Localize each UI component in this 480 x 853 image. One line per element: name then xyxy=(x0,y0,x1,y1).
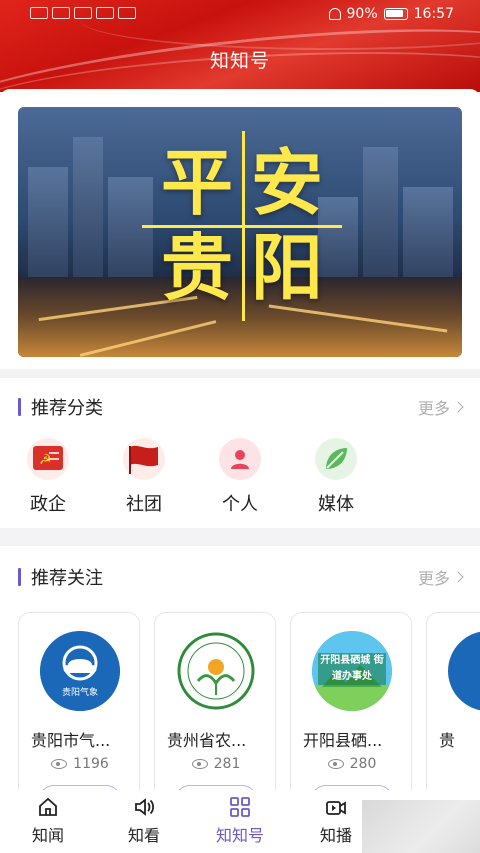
account-name: 贵州省农... xyxy=(167,731,247,750)
page-title: 知知号 xyxy=(209,50,270,72)
sim-icon xyxy=(30,7,48,19)
follow-section: 推荐关注 更多 贵阳气象 贵阳市气... 1196 贵州省农... 281 开阳… xyxy=(0,546,480,790)
nav-label: 知播 xyxy=(319,826,352,845)
follow-card-list: 贵阳气象 贵阳市气... 1196 贵州省农... 281 开阳县硒城 街道办事… xyxy=(18,612,480,790)
category-label: 媒体 xyxy=(318,494,354,515)
more-link[interactable]: 更多 xyxy=(417,395,464,419)
category-item[interactable]: ☭ 政企 xyxy=(0,438,96,516)
more-label: 更多 xyxy=(417,399,450,418)
category-item[interactable]: 社团 xyxy=(96,438,192,516)
categories-section: 推荐分类 更多 ☭ 政企 社团 个人 媒体 xyxy=(0,378,480,528)
view-count: 1196 xyxy=(19,756,139,772)
follow-card[interactable]: 贵 xyxy=(426,612,480,790)
follow-card[interactable]: 贵阳气象 贵阳市气... 1196 xyxy=(18,612,140,790)
nfc-icon xyxy=(118,7,136,19)
home-icon xyxy=(37,796,59,818)
party-flag-icon: ☭ xyxy=(27,438,69,480)
nav-label: 知看 xyxy=(127,826,160,845)
logo-text: 贵阳气象 xyxy=(61,688,98,698)
view-count-value: 281 xyxy=(213,756,241,772)
nav-item-zhizhihao[interactable]: 知知号 xyxy=(192,790,288,853)
section-title: 推荐关注 xyxy=(18,564,103,590)
view-count: 280 xyxy=(291,756,411,772)
banner-headline: 平 安 贵 阳 xyxy=(142,131,342,321)
grid-icon xyxy=(229,796,251,818)
speaker-icon xyxy=(133,796,155,818)
mute-bell-icon xyxy=(328,8,341,20)
signal-icon xyxy=(74,7,92,19)
nav-label: 知闻 xyxy=(31,826,64,845)
weather-logo-icon: 贵阳气象 xyxy=(40,631,120,711)
nav-label: 知知号 xyxy=(215,826,264,845)
category-list: ☭ 政企 社团 个人 媒体 xyxy=(0,438,480,516)
account-name: 贵 xyxy=(439,731,456,750)
category-label: 政企 xyxy=(30,494,66,515)
title-accent-bar xyxy=(18,568,21,586)
logo-text: 开阳县硒城 街道办事处 xyxy=(318,653,386,685)
banner-char: 安 xyxy=(250,140,323,225)
title-accent-bar xyxy=(18,398,21,416)
app-header: 90% 16:57 知知号 xyxy=(0,0,480,92)
street-office-logo-icon: 开阳县硒城 街道办事处 xyxy=(312,631,392,711)
account-name: 贵阳市气... xyxy=(31,731,111,750)
leaf-icon xyxy=(315,438,357,480)
section-title-text: 推荐关注 xyxy=(31,568,103,589)
floating-overlay[interactable] xyxy=(362,800,480,853)
eye-icon xyxy=(51,759,68,769)
follow-card[interactable]: 开阳县硒城 街道办事处 开阳县硒... 280 xyxy=(290,612,412,790)
banner-char: 平 xyxy=(160,140,233,225)
eye-icon xyxy=(191,759,208,769)
eye-icon xyxy=(327,759,344,769)
category-label: 个人 xyxy=(222,494,258,515)
video-icon xyxy=(325,796,347,818)
nav-item-zhiwen[interactable]: 知闻 xyxy=(0,790,96,853)
signal-icons xyxy=(30,7,136,19)
account-name: 开阳县硒... xyxy=(303,731,383,750)
category-item[interactable]: 个人 xyxy=(192,438,288,516)
red-flag-icon xyxy=(123,438,165,480)
clock: 16:57 xyxy=(413,6,454,22)
chevron-right-icon xyxy=(452,571,464,583)
view-count-value: 1196 xyxy=(73,756,109,772)
view-count-value: 280 xyxy=(349,756,377,772)
signal-icon xyxy=(52,7,70,19)
agri-seal-icon xyxy=(176,631,256,711)
banner-char: 阳 xyxy=(250,225,323,310)
nav-item-zhikan[interactable]: 知看 xyxy=(96,790,192,853)
partial-logo-icon xyxy=(448,631,480,711)
category-label: 社团 xyxy=(126,494,162,515)
banner-char: 贵 xyxy=(160,225,233,310)
category-item[interactable]: 媒体 xyxy=(288,438,384,516)
follow-card[interactable]: 贵州省农... 281 xyxy=(154,612,276,790)
person-icon xyxy=(219,438,261,480)
more-label: 更多 xyxy=(417,569,450,588)
more-link[interactable]: 更多 xyxy=(417,565,464,589)
wifi-icon xyxy=(96,7,114,19)
battery-percent: 90% xyxy=(346,6,378,22)
banner-card: 平 安 贵 阳 xyxy=(0,89,480,369)
section-title: 推荐分类 xyxy=(18,394,103,420)
banner-image[interactable]: 平 安 贵 阳 xyxy=(18,107,462,357)
section-title-text: 推荐分类 xyxy=(31,398,103,419)
chevron-right-icon xyxy=(452,401,464,413)
view-count: 281 xyxy=(155,756,275,772)
status-bar: 90% 16:57 xyxy=(0,0,480,30)
battery-icon xyxy=(383,8,408,20)
